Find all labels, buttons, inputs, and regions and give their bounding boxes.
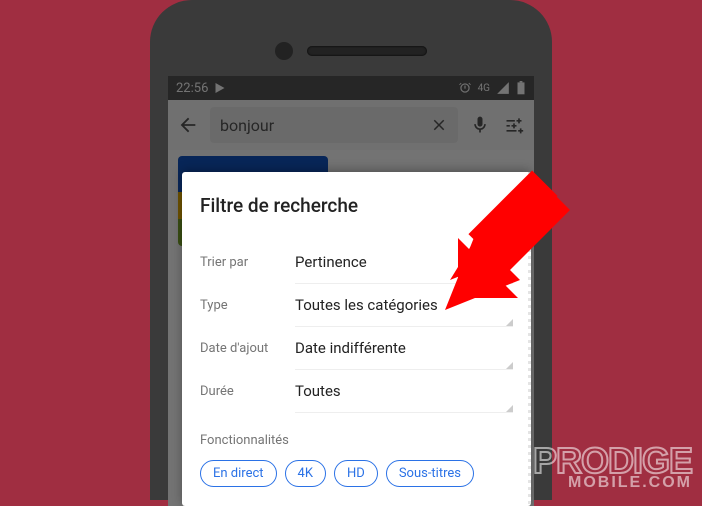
- filter-value: Date indifférente: [295, 327, 513, 370]
- chip-subtitles[interactable]: Sous-titres: [386, 460, 474, 487]
- chip-4k[interactable]: 4K: [285, 460, 326, 487]
- watermark: PRODIGE MOBILE.COM: [533, 440, 692, 492]
- phone-frame: 22:56 4G bonjour: [150, 0, 552, 500]
- watermark-line1: PRODIGE: [533, 440, 692, 482]
- filter-row-duration[interactable]: Durée Toutes: [200, 370, 513, 413]
- filter-tune-button[interactable]: [502, 113, 526, 137]
- chip-hd[interactable]: HD: [334, 460, 378, 487]
- search-bar: bonjour: [168, 100, 534, 150]
- watermark-line2: MOBILE.COM: [533, 474, 692, 492]
- back-button[interactable]: [176, 113, 200, 137]
- feature-chips: En direct 4K HD Sous-titres: [200, 460, 513, 487]
- status-bar: 22:56 4G: [168, 76, 534, 100]
- battery-icon: [516, 81, 526, 95]
- features-label: Fonctionnalités: [200, 433, 513, 448]
- speaker-grille: [307, 46, 427, 56]
- filter-value: Pertinence: [295, 241, 513, 284]
- phone-screen: 22:56 4G bonjour: [168, 76, 534, 506]
- search-query-text: bonjour: [220, 116, 274, 135]
- filter-value: Toutes les catégories: [295, 284, 513, 327]
- filter-label: Type: [200, 298, 295, 313]
- signal-icon: [496, 81, 510, 95]
- filter-label: Durée: [200, 384, 295, 399]
- clear-icon[interactable]: [430, 116, 448, 134]
- phone-hardware-top: [168, 26, 534, 76]
- alarm-icon: [458, 81, 472, 95]
- modal-title: Filtre de recherche: [200, 194, 513, 217]
- filter-row-sort[interactable]: Trier par Pertinence: [200, 241, 513, 284]
- status-time: 22:56: [176, 81, 208, 96]
- filter-value: Toutes: [295, 370, 513, 413]
- filter-row-type[interactable]: Type Toutes les catégories: [200, 284, 513, 327]
- filter-label: Date d'ajout: [200, 341, 295, 356]
- filter-label: Trier par: [200, 255, 295, 270]
- chip-live[interactable]: En direct: [200, 460, 277, 487]
- filter-row-date[interactable]: Date d'ajout Date indifférente: [200, 327, 513, 370]
- play-store-icon: [214, 82, 226, 94]
- camera-dot: [275, 42, 293, 60]
- network-type: 4G: [478, 83, 490, 94]
- search-filter-modal: Filtre de recherche Trier par Pertinence…: [182, 172, 531, 506]
- search-input[interactable]: bonjour: [210, 107, 458, 143]
- scroll-indicator: [528, 172, 531, 506]
- voice-search-button[interactable]: [468, 113, 492, 137]
